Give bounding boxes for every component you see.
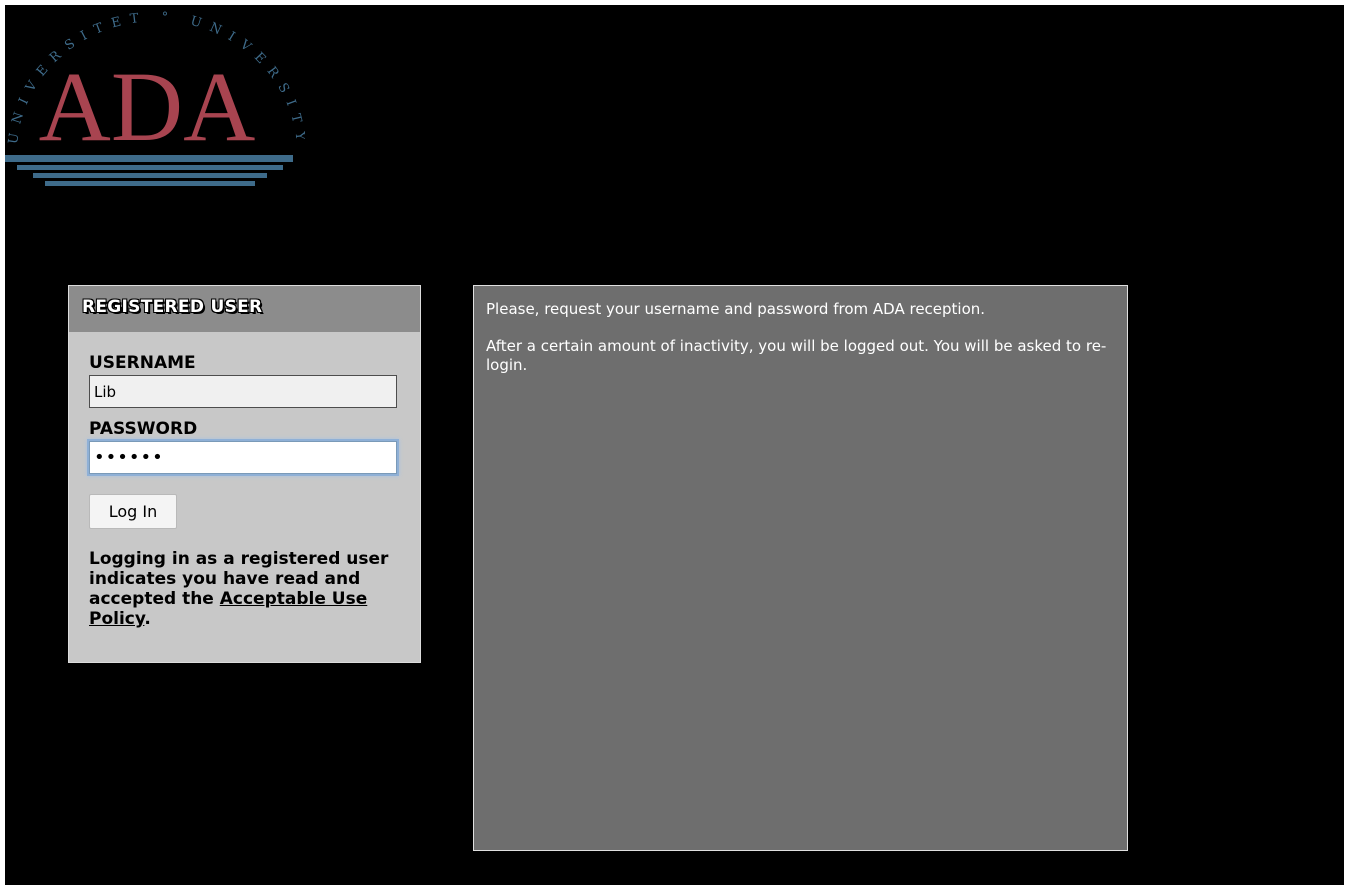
panel-title: REGISTERED USER <box>82 297 263 317</box>
username-label: USERNAME <box>89 353 196 373</box>
logo-line <box>33 173 267 178</box>
login-page: UNIVERSITET ° UNIVERSITY ADA REGISTERED … <box>5 5 1344 885</box>
info-panel: Please, request your username and passwo… <box>473 285 1128 851</box>
policy-notice: Logging in as a registered user indicate… <box>89 549 409 629</box>
logo-line <box>17 165 283 170</box>
log-in-button[interactable]: Log In <box>89 494 177 529</box>
registered-user-panel: REGISTERED USER USERNAME PASSWORD Log In… <box>68 285 421 663</box>
username-input[interactable] <box>89 375 397 408</box>
info-paragraph-request: Please, request your username and passwo… <box>486 300 986 318</box>
logo-line <box>5 155 293 162</box>
password-label: PASSWORD <box>89 419 198 439</box>
logo-wordmark: ADA <box>39 51 256 162</box>
ada-university-logo: UNIVERSITET ° UNIVERSITY ADA <box>5 5 305 205</box>
panel-header: REGISTERED USER <box>69 286 420 332</box>
logo-line <box>45 181 255 186</box>
logo-graphic: UNIVERSITET ° UNIVERSITY ADA <box>5 10 299 186</box>
info-paragraph-inactivity: After a certain amount of inactivity, yo… <box>486 337 1107 374</box>
policy-suffix: . <box>144 609 151 629</box>
password-input[interactable] <box>89 441 397 474</box>
